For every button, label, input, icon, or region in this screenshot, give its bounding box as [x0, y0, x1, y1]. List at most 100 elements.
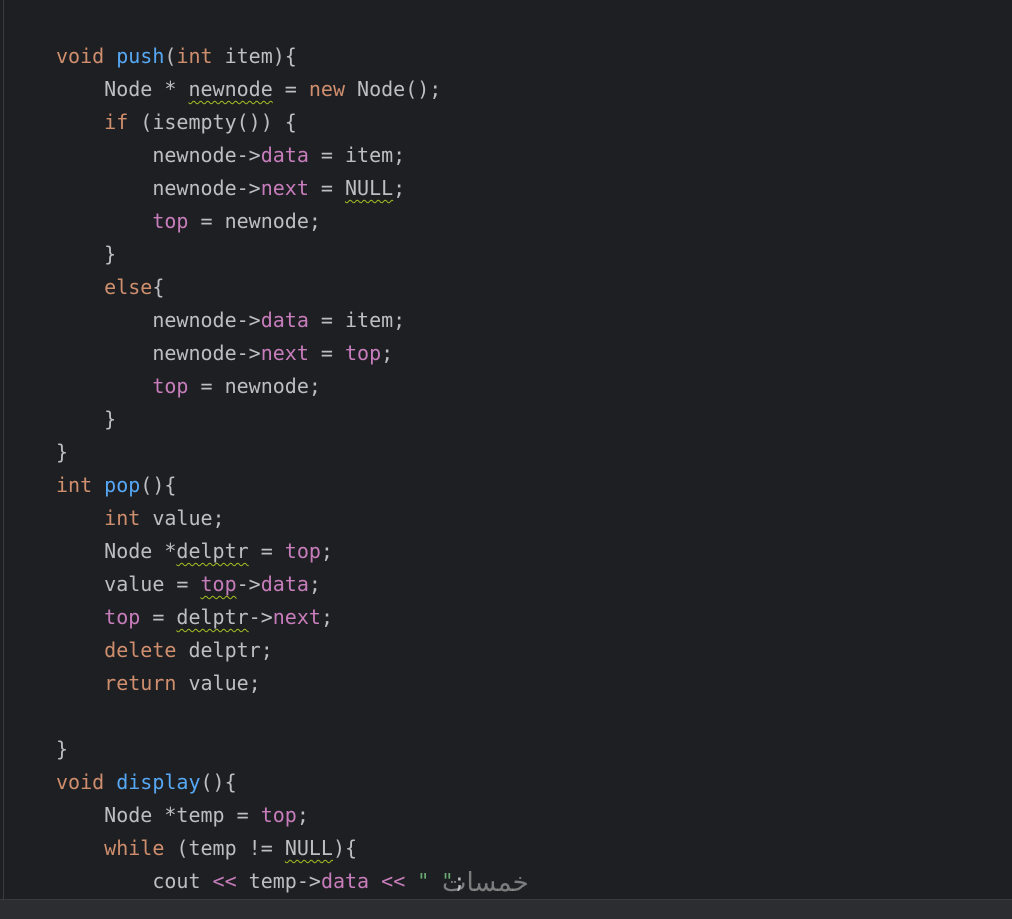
code-token: cout: [56, 869, 213, 893]
code-token: temp->: [236, 869, 321, 893]
code-line[interactable]: int pop(){: [56, 469, 465, 502]
code-token: top: [152, 209, 189, 233]
code-line[interactable]: int value;: [56, 502, 465, 535]
code-line[interactable]: newnode->data = item;: [56, 304, 465, 337]
code-token: data: [260, 572, 309, 596]
code-token: int: [104, 506, 141, 530]
code-token: = newnode;: [188, 209, 321, 233]
code-line[interactable]: value = top->data;: [56, 568, 465, 601]
code-token: ;: [381, 341, 394, 365]
code-token: delptr;: [176, 638, 273, 662]
code-line[interactable]: Node * newnode = new Node();: [56, 73, 465, 106]
code-line[interactable]: void display(){: [56, 766, 465, 799]
code-token: int: [56, 473, 93, 497]
code-token: =: [272, 77, 309, 101]
code-token: if: [104, 110, 129, 134]
code-token: pop: [104, 473, 141, 497]
code-line[interactable]: else{: [56, 271, 465, 304]
code-token: }: [56, 440, 69, 464]
code-token: Node *: [56, 77, 189, 101]
code-token: else: [104, 275, 153, 299]
code-token: void: [56, 44, 105, 68]
code-token: newnode->: [56, 176, 261, 200]
code-token: ){: [332, 836, 358, 860]
code-area[interactable]: void push(int item){ Node * newnode = ne…: [56, 40, 465, 898]
code-token: value;: [140, 506, 225, 530]
code-token: top: [284, 539, 321, 563]
code-line[interactable]: }: [56, 733, 465, 766]
code-line[interactable]: while (temp != NULL){: [56, 832, 465, 865]
code-token: display: [116, 770, 201, 794]
code-line[interactable]: cout << temp->data << " ";: [56, 865, 465, 898]
code-token: delptr: [176, 539, 249, 563]
code-line[interactable]: newnode->data = item;: [56, 139, 465, 172]
code-token: NULL: [284, 836, 333, 860]
code-token: new: [308, 77, 345, 101]
code-token: void: [56, 770, 105, 794]
code-token: push: [116, 44, 165, 68]
code-line[interactable]: if (isempty()) {: [56, 106, 465, 139]
code-token: return: [104, 671, 177, 695]
code-line[interactable]: newnode->next = NULL;: [56, 172, 465, 205]
code-token: next: [260, 341, 309, 365]
code-token: =: [248, 539, 285, 563]
code-token: <<: [381, 869, 406, 893]
code-token: Node *temp =: [56, 803, 261, 827]
code-line[interactable]: delete delptr;: [56, 634, 465, 667]
code-token: delete: [104, 638, 177, 662]
code-token: data: [260, 308, 309, 332]
code-line[interactable]: [56, 700, 465, 733]
code-token: top: [200, 572, 237, 596]
code-token: top: [152, 374, 189, 398]
code-token: ->: [248, 605, 273, 629]
code-token: newnode: [188, 77, 273, 101]
code-token: {: [152, 275, 165, 299]
code-token: ;: [320, 605, 333, 629]
code-token: }: [56, 407, 117, 431]
code-token: =: [308, 176, 345, 200]
code-token: top: [260, 803, 297, 827]
code-editor[interactable]: void push(int item){ Node * newnode = ne…: [3, 0, 1012, 899]
code-line[interactable]: }: [56, 238, 465, 271]
code-token: top: [345, 341, 382, 365]
code-token: data: [320, 869, 370, 893]
code-token: top: [104, 605, 141, 629]
editor-bottom-bar: [0, 899, 1012, 919]
code-token: ;: [296, 803, 309, 827]
code-token: = item;: [308, 143, 406, 167]
code-token: ->: [236, 572, 261, 596]
code-token: int: [176, 44, 213, 68]
code-token: = newnode;: [188, 374, 321, 398]
code-line[interactable]: return value;: [56, 667, 465, 700]
code-token: newnode->: [56, 143, 261, 167]
code-line[interactable]: Node *temp = top;: [56, 799, 465, 832]
code-line[interactable]: }: [56, 436, 465, 469]
code-line[interactable]: top = newnode;: [56, 370, 465, 403]
code-token: ;: [393, 176, 406, 200]
code-token: value;: [176, 671, 261, 695]
code-token: value =: [56, 572, 201, 596]
code-token: =: [308, 341, 345, 365]
code-line[interactable]: newnode->next = top;: [56, 337, 465, 370]
code-token: (){: [200, 770, 237, 794]
code-token: newnode->: [56, 341, 261, 365]
code-token: (){: [140, 473, 177, 497]
code-line[interactable]: top = newnode;: [56, 205, 465, 238]
code-line[interactable]: top = delptr->next;: [56, 601, 465, 634]
code-token: delptr: [176, 605, 249, 629]
code-token: ;: [320, 539, 333, 563]
code-token: (temp !=: [164, 836, 285, 860]
code-line[interactable]: Node *delptr = top;: [56, 535, 465, 568]
code-line[interactable]: void push(int item){: [56, 40, 465, 73]
code-line[interactable]: }: [56, 403, 465, 436]
